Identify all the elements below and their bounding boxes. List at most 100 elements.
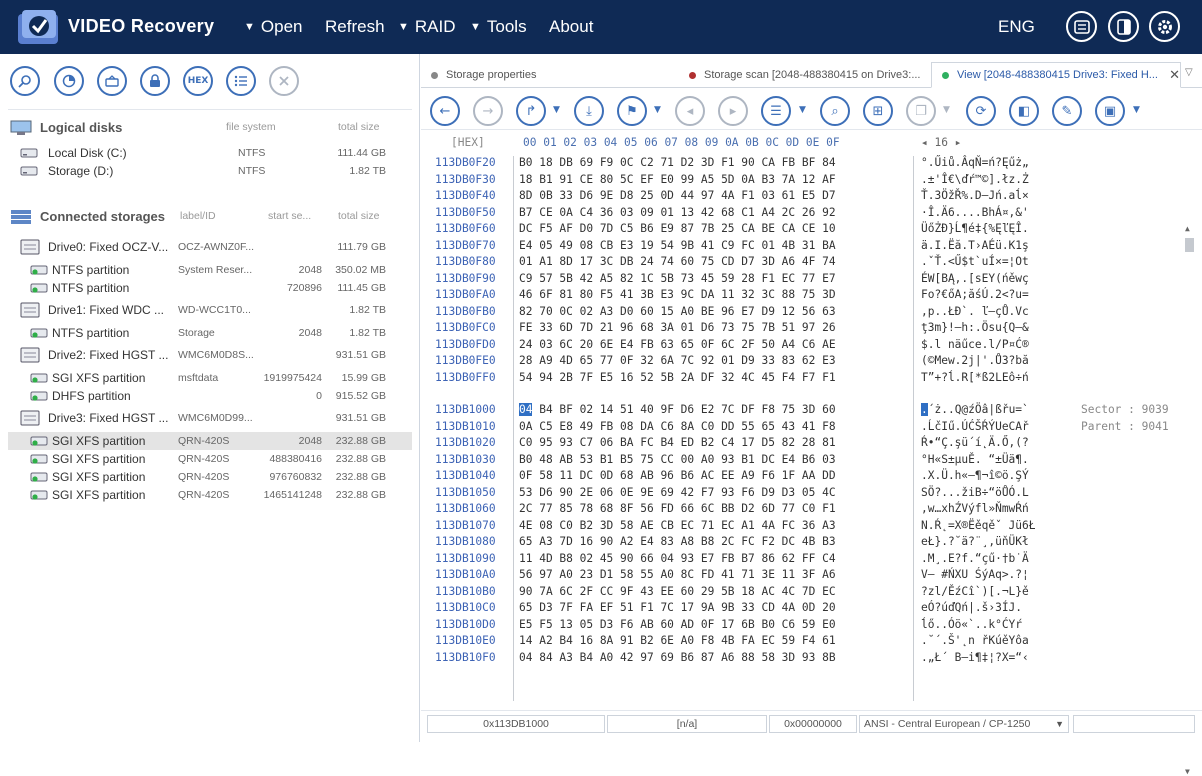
scroll-thumb[interactable] (1185, 238, 1194, 252)
edit-button[interactable]: ✎ (1052, 96, 1082, 126)
drive-item[interactable]: Drive2: Fixed HGST ... WMC6M0D8S... 931.51… (8, 346, 412, 364)
language-selector[interactable]: ENG (998, 17, 1035, 37)
partition-item[interactable]: NTFS partition Storage 2048 1.82 TB (8, 324, 412, 342)
encoding-select[interactable]: ANSI - Central European / CP-1250 ▼ (859, 715, 1069, 733)
menu-open[interactable]: ▼ Open (244, 17, 302, 37)
hex-row[interactable]: 113DB10F0 04 84 A3 B4 A0 42 97 69 B6 87 A… (421, 651, 1202, 668)
hex-row[interactable]: 113DB0F20 B0 18 DB 69 F9 0C C2 71 D2 3D F… (421, 156, 1202, 173)
list-dropdown-icon[interactable]: ▼ (799, 105, 806, 115)
hex-row[interactable]: 113DB0F60 DC F5 AF D0 7D C5 B6 E9 87 7B 2… (421, 222, 1202, 239)
partition-icon (30, 373, 48, 383)
hex-row[interactable]: 113DB0F70 E4 05 49 08 CB E3 19 54 9B 41 C… (421, 239, 1202, 256)
hex-row[interactable]: 113DB10B0 90 7A 6C 2F CC 9F 43 EE 60 29 5… (421, 585, 1202, 602)
hex-view-button[interactable]: HEX (183, 66, 213, 96)
tab-storage-properties[interactable]: Storage properties (421, 62, 676, 88)
hex-row[interactable]: 113DB10D0 E5 F5 13 05 D3 F6 AB 60 AD 0F 1… (421, 618, 1202, 635)
find-button[interactable]: ⌕ (820, 96, 850, 126)
hex-row[interactable]: 113DB0FD0 24 03 6C 20 6E E4 FB 63 65 0F 6… (421, 338, 1202, 355)
partition-item[interactable]: NTFS partition 720896 111.45 GB (8, 279, 412, 297)
partition-item[interactable]: SGI XFS partition QRN-420S 1465141248 232.8… (8, 486, 412, 504)
forward-button[interactable]: → (473, 96, 503, 126)
tab-view[interactable]: View [2048-488380415 Drive3: Fixed H... ✕ (931, 62, 1181, 88)
lock-button[interactable] (140, 66, 170, 96)
hex-row[interactable]: 113DB1010 0A C5 E8 49 FB 08 DA C6 8A C0 D… (421, 420, 1202, 437)
hex-row[interactable]: 113DB1060 2C 77 85 78 68 8F 56 FD 66 6C B… (421, 502, 1202, 519)
logical-disk-item[interactable]: Local Disk (C:) NTFS 111.44 GB (8, 144, 412, 162)
bookmark-dropdown-icon[interactable]: ▼ (654, 105, 661, 115)
menu-tools[interactable]: ▼ Tools (470, 17, 527, 37)
hex-row[interactable]: 113DB10C0 65 D3 7F FA EF 51 F1 7C 17 9A 9… (421, 601, 1202, 618)
hex-row[interactable]: 113DB0FB0 82 70 0C 02 A3 D0 60 15 A0 BE 9… (421, 305, 1202, 322)
partition-item[interactable]: SGI XFS partition QRN-420S 976760832 232.88… (8, 468, 412, 486)
partition-icon (30, 472, 48, 482)
hex-row[interactable]: 113DB0F30 18 B1 91 CE 80 5C EF E0 99 A5 5… (421, 173, 1202, 190)
back-button[interactable]: ← (430, 96, 460, 126)
hex-row[interactable]: 113DB0FA0 46 6F 81 80 F5 41 3B E3 9C DA 1… (421, 288, 1202, 305)
panel-toggle-button[interactable] (1108, 11, 1139, 42)
copy-dropdown-icon[interactable]: ▼ (943, 105, 950, 115)
close-storage-button[interactable] (269, 66, 299, 96)
prev-match-button[interactable]: ◂ (675, 96, 705, 126)
scan-button[interactable] (54, 66, 84, 96)
hex-row[interactable]: 113DB0F90 C9 57 5B 42 A5 82 1C 5B 73 45 5… (421, 272, 1202, 289)
hex-row[interactable]: 113DB1080 65 A3 7D 16 90 A2 E4 83 A8 B8 2… (421, 535, 1202, 552)
hex-row[interactable]: 113DB1000 04 B4 BF 02 14 51 40 9F D6 E2 7… (421, 403, 1202, 420)
messages-button[interactable] (1066, 11, 1097, 42)
partition-item[interactable]: NTFS partition System Reser... 2048 350.02 … (8, 261, 412, 279)
partition-item[interactable]: SGI XFS partition QRN-420S 2048 232.88 GB (8, 432, 412, 450)
hex-row[interactable]: 113DB1090 11 4D B8 02 45 90 66 04 93 E7 F… (421, 552, 1202, 569)
hex-row[interactable]: 113DB10A0 56 97 A0 23 D1 58 55 A0 8C FD 4… (421, 568, 1202, 585)
menu-refresh[interactable]: Refresh (325, 17, 385, 37)
list-view-button[interactable]: ☰ (761, 96, 791, 126)
hex-row[interactable]: 113DB0F80 01 A1 8D 17 3C DB 24 74 60 75 C… (421, 255, 1202, 272)
hex-row[interactable]: 113DB0FC0 FE 33 6D 7D 21 96 68 3A 01 D6 7… (421, 321, 1202, 338)
goto-dropdown-icon[interactable]: ▼ (553, 105, 560, 115)
copy-button[interactable]: ❐ (906, 96, 936, 126)
hex-row[interactable]: 113DB0FF0 54 94 2B 7F E5 16 52 5B 2A DF 3… (421, 371, 1202, 388)
list-button[interactable] (226, 66, 256, 96)
scroll-down-icon[interactable]: ▼ (1185, 767, 1190, 776)
next-match-button[interactable]: ▸ (718, 96, 748, 126)
save-dropdown-icon[interactable]: ▼ (1133, 105, 1140, 115)
layout-button[interactable]: ⊞ (863, 96, 893, 126)
hex-row[interactable]: 113DB0FE0 28 A9 4D 65 77 0F 32 6A 7C 92 0… (421, 354, 1202, 371)
split-view-button[interactable]: ◧ (1009, 96, 1039, 126)
bookmark-button[interactable]: ⚑ (617, 96, 647, 126)
sector-info: Sector : 9039 (1081, 403, 1169, 416)
drive-item[interactable]: Drive1: Fixed WDC ... WD-WCC1T0... 1.82 TB (8, 301, 412, 319)
tab-list-dropdown-icon[interactable]: ▽ (1185, 67, 1193, 78)
partition-item[interactable]: SGI XFS partition msftdata 1919975424 15.99… (8, 369, 412, 387)
menu-raid[interactable]: ▼ RAID (398, 17, 456, 37)
hard-drive-icon (20, 239, 40, 255)
vertical-scrollbar[interactable]: ▲ ▼ (1182, 224, 1196, 776)
tab-status-dot (942, 71, 949, 79)
tab-storage-scan[interactable]: Storage scan [2048-488380415 on Drive3:.… (679, 62, 929, 88)
settings-button[interactable] (1149, 11, 1180, 42)
drive-item[interactable]: Drive3: Fixed HGST ... WMC6M0D99... 931.51… (8, 409, 412, 427)
hex-row[interactable]: 113DB10E0 14 A2 B4 16 8A 91 B2 6E A0 F8 4… (421, 634, 1202, 651)
logical-disk-item[interactable]: Storage (D:) NTFS 1.82 TB (8, 162, 412, 180)
save-button[interactable]: ▣ (1095, 96, 1125, 126)
tab-close-icon[interactable]: ✕ (1169, 67, 1180, 83)
hex-row[interactable]: 113DB1070 4E 08 C0 B2 3D 58 AE CB EC 71 E… (421, 519, 1202, 536)
hex-row[interactable]: 113DB0F50 B7 CE 0A C4 36 03 09 01 13 42 6… (421, 206, 1202, 223)
refresh-button[interactable]: ⟳ (966, 96, 996, 126)
hex-row[interactable]: 113DB1050 53 D6 90 2E 06 0E 9E 69 42 F7 9… (421, 486, 1202, 503)
partition-item[interactable]: DHFS partition 0 915.52 GB (8, 387, 412, 405)
hex-row[interactable]: 113DB1040 0F 58 11 DC 0D 68 AB 96 B6 AC E… (421, 469, 1202, 486)
save-data-button[interactable]: ⤓ (574, 96, 604, 126)
cursor-byte[interactable]: 04 (519, 403, 533, 416)
find-button[interactable] (10, 66, 40, 96)
create-image-button[interactable] (97, 66, 127, 96)
hex-editor[interactable]: [HEX] 00 01 02 03 04 05 06 07 08 09 0A 0… (421, 132, 1202, 776)
scroll-up-icon[interactable]: ▲ (1185, 224, 1190, 233)
partition-item[interactable]: SGI XFS partition QRN-420S 488380416 232.88… (8, 450, 412, 468)
hex-row[interactable]: 113DB0F40 8D 0B 33 D6 9E D8 25 0D 44 97 4… (421, 189, 1202, 206)
drive-item[interactable]: Drive0: Fixed OCZ-V... OCZ-AWNZ0F... 111.7… (8, 238, 412, 256)
hex-row[interactable]: 113DB1020 C0 95 93 C7 06 BA FC B4 ED B2 C… (421, 436, 1202, 453)
cursor-char[interactable]: . (921, 403, 928, 416)
goto-button[interactable]: ↱ (516, 96, 546, 126)
page-indicator[interactable]: ◂ 16 ▸ (921, 136, 961, 149)
hex-row[interactable]: 113DB1030 B0 48 AB 53 B1 B5 75 CC 00 A0 9… (421, 453, 1202, 470)
menu-about[interactable]: About (549, 17, 593, 37)
